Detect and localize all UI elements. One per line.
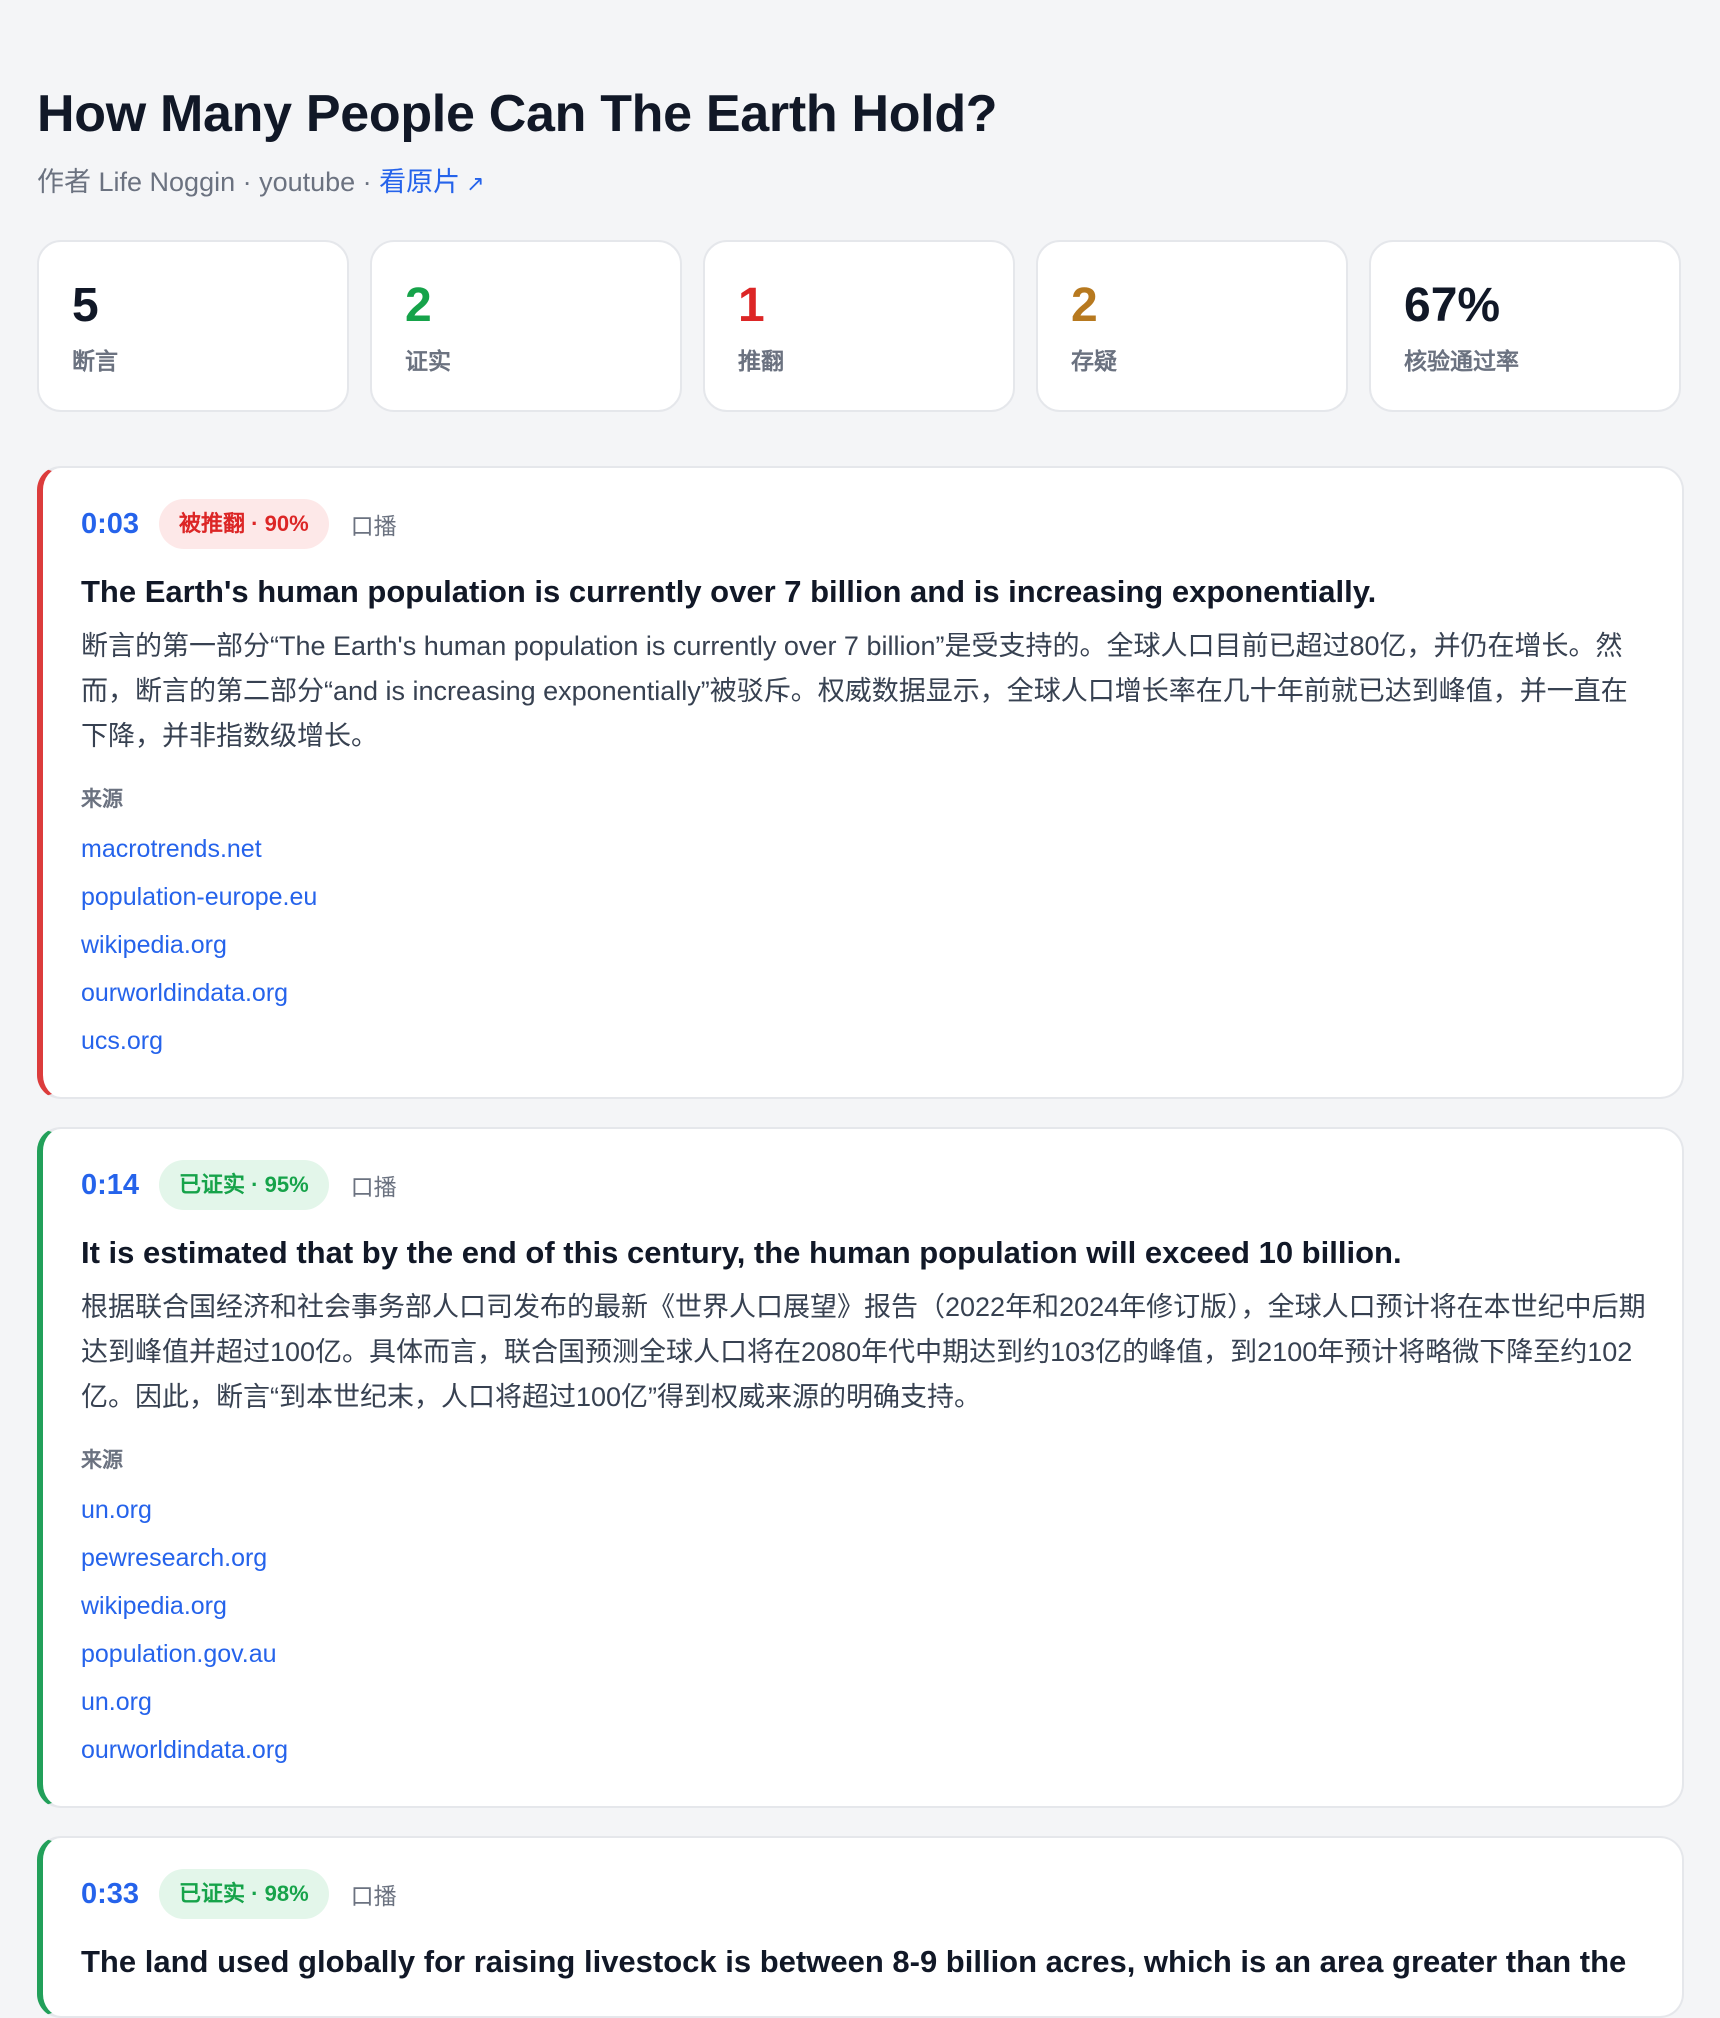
watch-original-link[interactable]: 看原片 ↗ bbox=[379, 167, 484, 197]
stat-label: 核验通过率 bbox=[1404, 348, 1519, 374]
source-link[interactable]: un.org bbox=[81, 1486, 1646, 1534]
claim-header: 0:33 已证实 · 98% 口播 bbox=[81, 1868, 1646, 1920]
source-link[interactable]: un.org bbox=[81, 1678, 1646, 1726]
source-link[interactable]: population-europe.eu bbox=[81, 873, 1646, 921]
claim-list: 0:03 被推翻 · 90% 口播 The Earth's human popu… bbox=[37, 466, 1684, 2018]
verdict-badge: 被推翻 · 90% bbox=[159, 499, 329, 549]
stat-value: 1 bbox=[738, 279, 765, 332]
stat-card-claims: 5 断言 bbox=[37, 240, 349, 412]
claim-explanation: 断言的第一部分“The Earth's human population is … bbox=[81, 631, 1628, 751]
source-link[interactable]: ourworldindata.org bbox=[81, 969, 1646, 1017]
timestamp-link[interactable]: 0:33 bbox=[81, 1878, 139, 1911]
external-link-icon: ↗ bbox=[466, 171, 485, 196]
source-link[interactable]: wikipedia.org bbox=[81, 921, 1646, 969]
claim-statement: The land used globally for raising lives… bbox=[81, 1944, 1627, 1979]
timestamp-link[interactable]: 0:14 bbox=[81, 1169, 139, 1202]
stat-label: 断言 bbox=[72, 348, 118, 374]
stat-card-refuted: 1 推翻 bbox=[703, 240, 1015, 412]
stat-value: 5 bbox=[72, 279, 99, 332]
claim-header: 0:03 被推翻 · 90% 口播 bbox=[81, 498, 1646, 550]
stat-value: 67% bbox=[1404, 279, 1501, 332]
verdict-badge: 已证实 · 95% bbox=[159, 1160, 329, 1210]
sources-heading: 来源 bbox=[81, 1449, 123, 1472]
watch-original-label: 看原片 bbox=[379, 167, 461, 197]
source-link[interactable]: population.gov.au bbox=[81, 1630, 1646, 1678]
claim-mode-label: 口播 bbox=[350, 513, 397, 539]
stat-card-confirmed: 2 证实 bbox=[370, 240, 682, 412]
claim-explanation: 根据联合国经济和社会事务部人口司发布的最新《世界人口展望》报告（2022年和20… bbox=[81, 1292, 1646, 1412]
stat-label: 证实 bbox=[405, 348, 451, 374]
claim-mode-label: 口播 bbox=[350, 1883, 397, 1909]
verdict-badge: 已证实 · 98% bbox=[159, 1869, 329, 1919]
fact-check-report: How Many People Can The Earth Hold? 作者 L… bbox=[0, 0, 1720, 2018]
sources-heading: 来源 bbox=[81, 788, 123, 811]
claim-header: 0:14 已证实 · 95% 口播 bbox=[81, 1159, 1646, 1211]
stat-card-pass-rate: 67% 核验通过率 bbox=[1369, 240, 1681, 412]
page-title: How Many People Can The Earth Hold? bbox=[37, 85, 998, 143]
source-list: macrotrends.net population-europe.eu wik… bbox=[81, 825, 1646, 1065]
claim-mode-label: 口播 bbox=[350, 1174, 397, 1200]
stat-value: 2 bbox=[405, 279, 432, 332]
source-link[interactable]: macrotrends.net bbox=[81, 825, 1646, 873]
stats-row: 5 断言 2 证实 1 推翻 2 存疑 67% 核验通过率 bbox=[37, 240, 1684, 412]
source-link[interactable]: ucs.org bbox=[81, 1017, 1646, 1065]
source-list: un.org pewresearch.org wikipedia.org pop… bbox=[81, 1486, 1646, 1774]
source-link[interactable]: ourworldindata.org bbox=[81, 1726, 1646, 1774]
stat-label: 存疑 bbox=[1071, 348, 1117, 374]
author-platform-text: 作者 Life Noggin · youtube · bbox=[37, 167, 380, 197]
claim-card: 0:33 已证实 · 98% 口播 The land used globally… bbox=[37, 1836, 1684, 2018]
stat-label: 推翻 bbox=[738, 348, 784, 374]
stat-value: 2 bbox=[1071, 279, 1098, 332]
claim-card: 0:14 已证实 · 95% 口播 It is estimated that b… bbox=[37, 1127, 1684, 1808]
source-link[interactable]: wikipedia.org bbox=[81, 1582, 1646, 1630]
claim-card: 0:03 被推翻 · 90% 口播 The Earth's human popu… bbox=[37, 466, 1684, 1099]
source-link[interactable]: pewresearch.org bbox=[81, 1534, 1646, 1582]
claim-statement: The Earth's human population is currentl… bbox=[81, 574, 1377, 609]
stat-card-doubtful: 2 存疑 bbox=[1036, 240, 1348, 412]
timestamp-link[interactable]: 0:03 bbox=[81, 508, 139, 541]
video-meta: 作者 Life Noggin · youtube · 看原片 ↗ bbox=[37, 164, 1684, 202]
claim-statement: It is estimated that by the end of this … bbox=[81, 1235, 1402, 1270]
